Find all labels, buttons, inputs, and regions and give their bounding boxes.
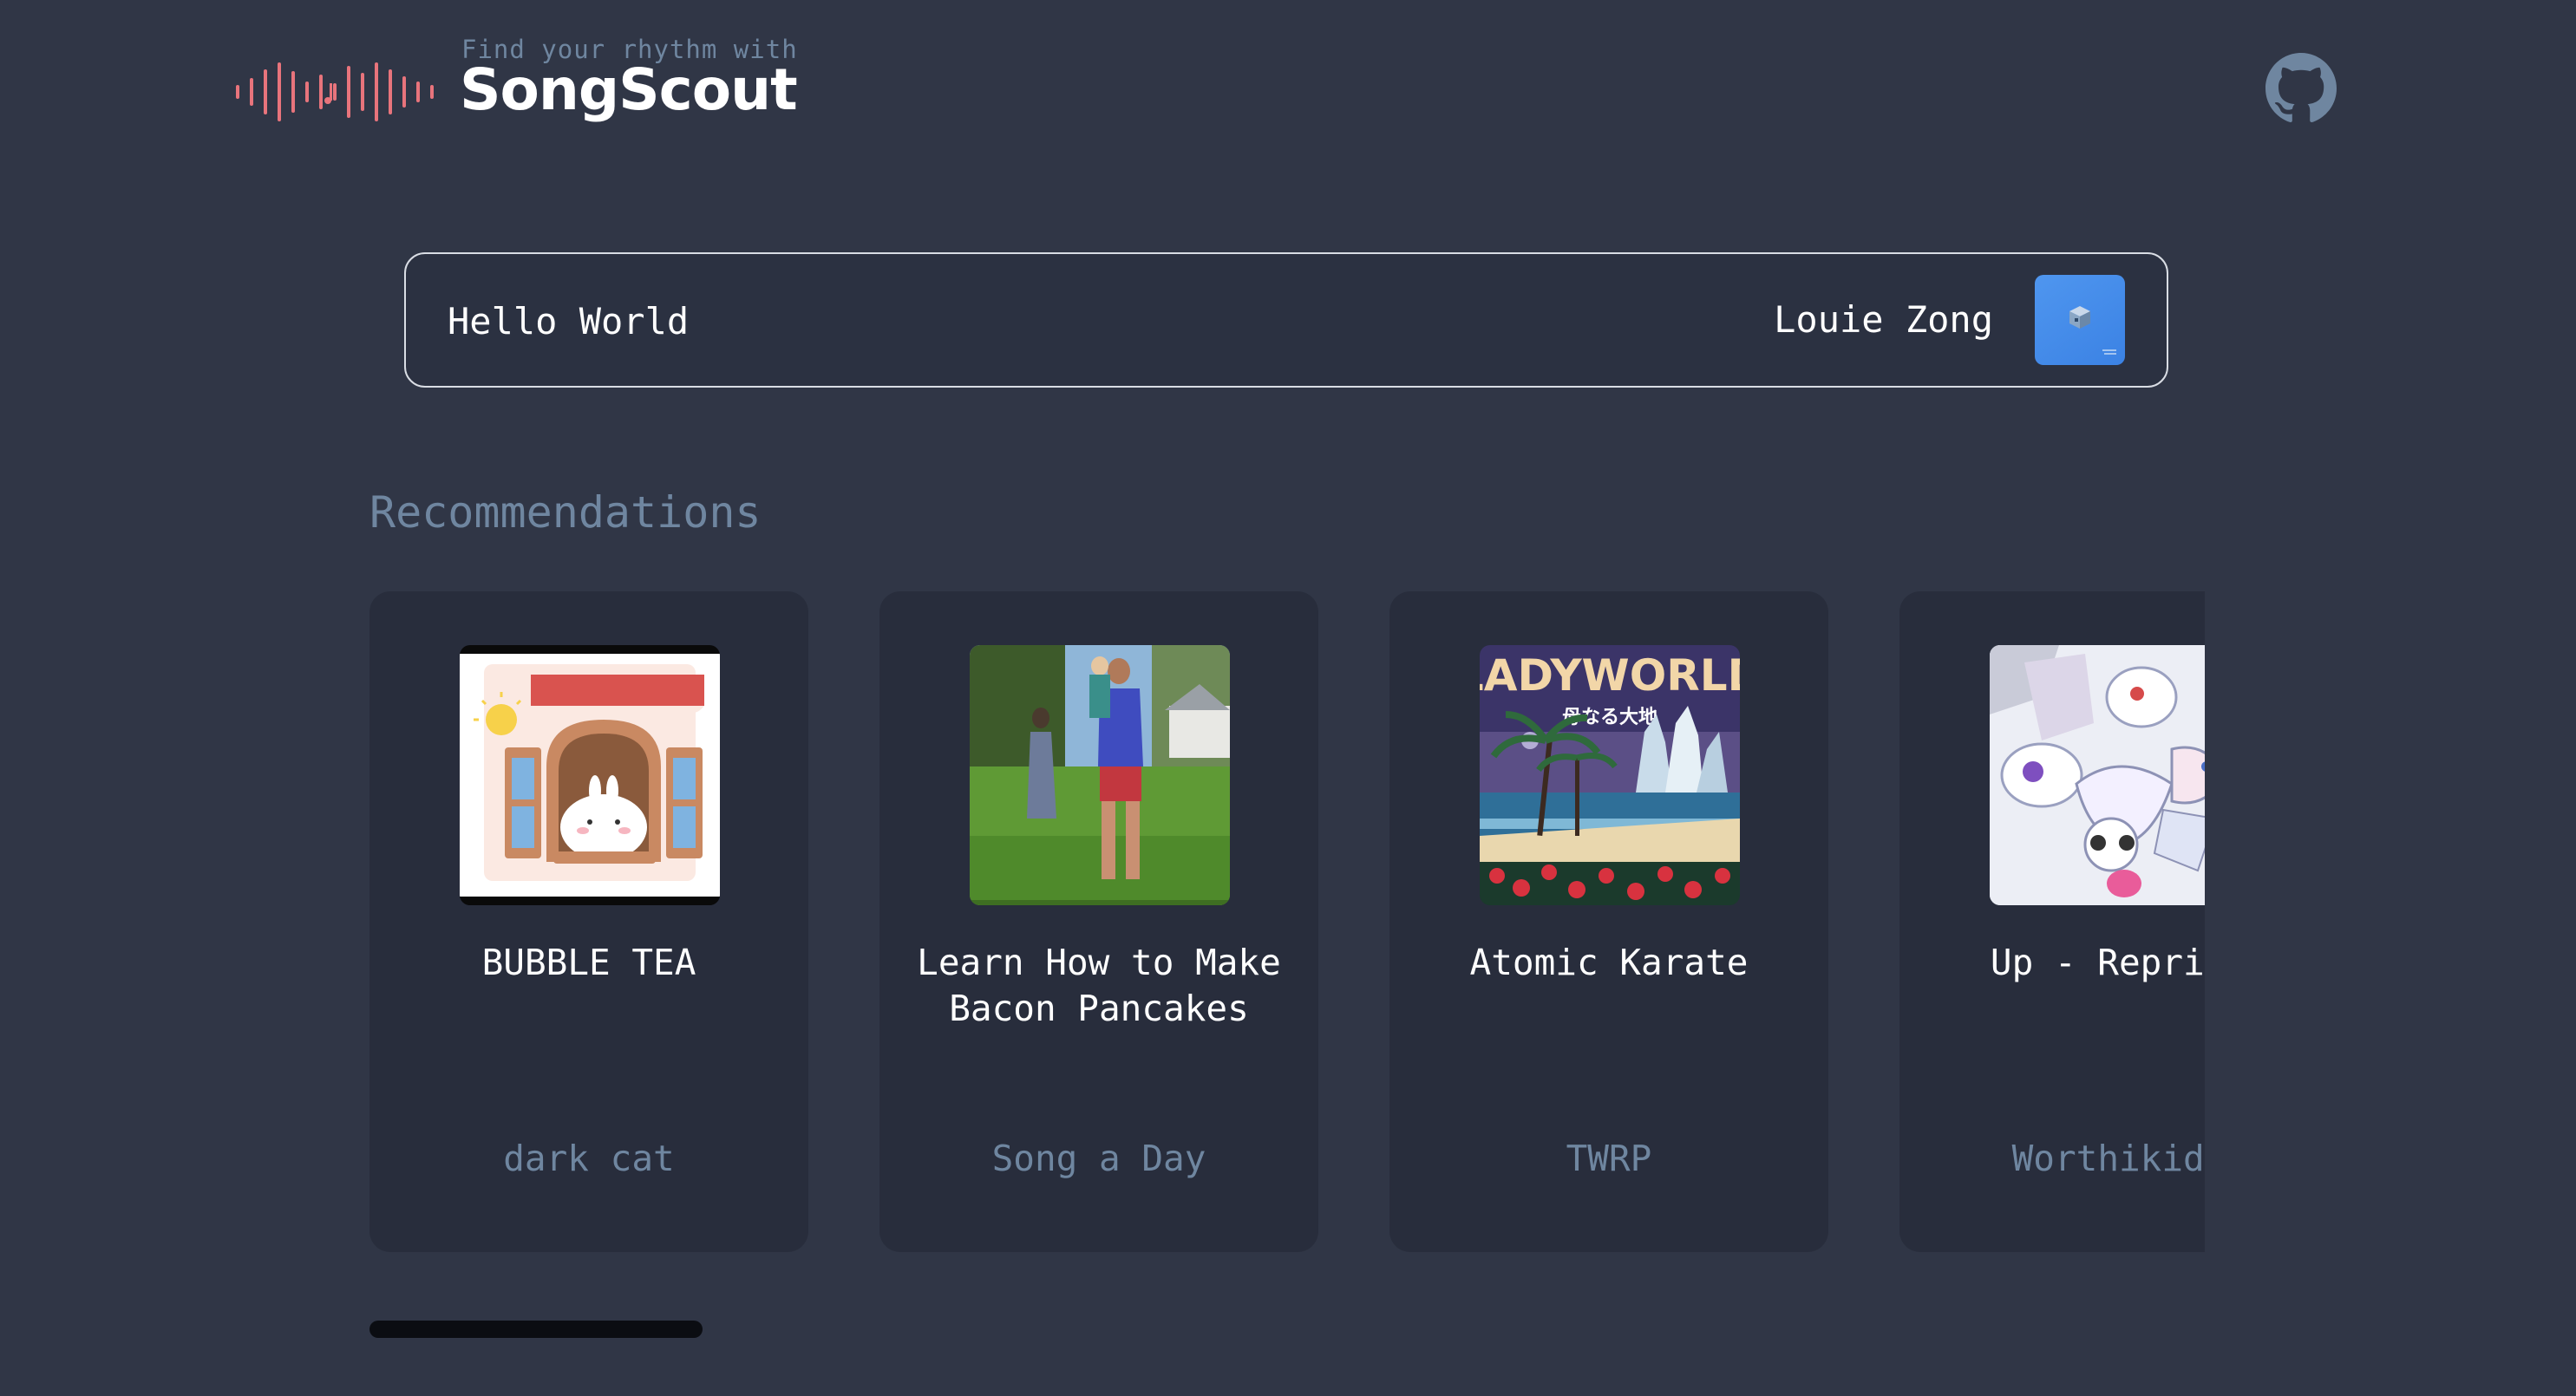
cube-icon bbox=[2069, 306, 2116, 355]
album-art-up-reprise bbox=[1990, 645, 2205, 905]
soundwave-icon bbox=[236, 62, 434, 121]
card-title: BUBBLE TEA bbox=[481, 942, 696, 983]
card-artist: Song a Day bbox=[991, 1138, 1206, 1179]
recommendations-carousel[interactable]: BUBBLE TEA dark cat Learn How to Make Ba… bbox=[369, 591, 2205, 1254]
ladyworld-title-art: LADYWORLD bbox=[1480, 650, 1740, 701]
brand-name[interactable]: SongScout bbox=[460, 55, 798, 125]
now-playing-bar[interactable]: Hello World Louie Zong bbox=[404, 252, 2168, 388]
recommendations-heading: Recommendations bbox=[369, 487, 762, 538]
app-root: Find your rhythm with SongScout Hello Wo… bbox=[0, 0, 2576, 1396]
now-playing-album-art bbox=[2035, 275, 2125, 365]
song-card[interactable]: BUBBLE TEA dark cat bbox=[369, 591, 808, 1252]
card-artist: TWRP bbox=[1566, 1138, 1652, 1179]
github-icon[interactable] bbox=[2265, 53, 2337, 124]
card-title: Learn How to Make Bacon Pancakes bbox=[917, 942, 1281, 1029]
album-art-bubble-tea bbox=[460, 645, 720, 905]
card-title: Up - Reprise bbox=[1990, 942, 2205, 983]
album-art-ladyworld: LADYWORLD 母なる大地 bbox=[1480, 645, 1740, 905]
card-artist: Worthikids bbox=[2011, 1138, 2205, 1179]
song-card[interactable]: LADYWORLD 母なる大地 bbox=[1389, 591, 1828, 1252]
song-card[interactable]: Up - Reprise Worthikids bbox=[1899, 591, 2205, 1252]
song-card[interactable]: Learn How to Make Bacon Pancakes Song a … bbox=[879, 591, 1318, 1252]
now-playing-artist: Louie Zong bbox=[1774, 298, 1993, 341]
card-title: Atomic Karate bbox=[1469, 942, 1749, 983]
now-playing-title: Hello World bbox=[448, 300, 690, 342]
carousel-scrollbar[interactable] bbox=[369, 1321, 703, 1338]
album-art-bacon-pancakes bbox=[970, 645, 1230, 905]
card-artist: dark cat bbox=[503, 1138, 675, 1179]
